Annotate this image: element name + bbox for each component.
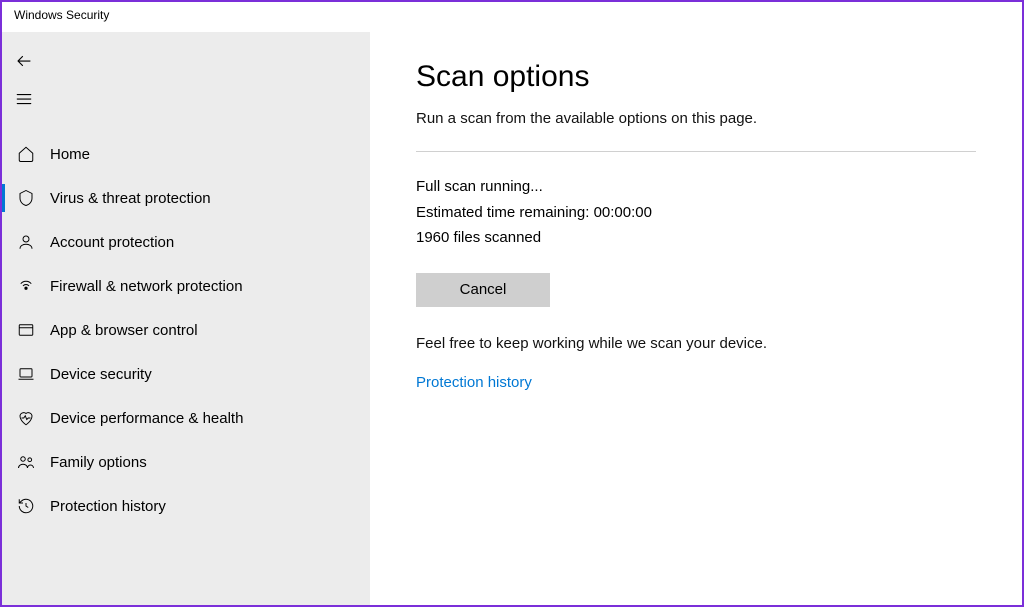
page-subtitle: Run a scan from the available options on… (416, 110, 976, 127)
sidebar-item-label: Home (50, 146, 90, 163)
shield-icon (16, 188, 36, 208)
sidebar-item-family[interactable]: Family options (2, 440, 370, 484)
sidebar-item-history[interactable]: Protection history (2, 484, 370, 528)
sidebar: Home Virus & threat protection Account p… (2, 32, 370, 605)
sidebar-item-performance[interactable]: Device performance & health (2, 396, 370, 440)
page-title: Scan options (416, 60, 976, 94)
sidebar-item-account[interactable]: Account protection (2, 220, 370, 264)
hamburger-icon (15, 90, 33, 113)
back-button[interactable] (2, 44, 46, 82)
antenna-icon (16, 276, 36, 296)
status-line-eta: Estimated time remaining: 00:00:00 (416, 200, 976, 226)
window-icon (16, 320, 36, 340)
arrow-left-icon (15, 52, 33, 75)
person-icon (16, 232, 36, 252)
divider (416, 151, 976, 152)
sidebar-item-label: Family options (50, 454, 147, 471)
status-line-files: 1960 files scanned (416, 225, 976, 251)
sidebar-item-label: App & browser control (50, 322, 198, 339)
cancel-button[interactable]: Cancel (416, 273, 550, 307)
sidebar-nav: Home Virus & threat protection Account p… (2, 132, 370, 528)
sidebar-item-app-browser[interactable]: App & browser control (2, 308, 370, 352)
sidebar-item-label: Virus & threat protection (50, 190, 211, 207)
status-line-running: Full scan running... (416, 174, 976, 200)
window-title: Windows Security (2, 2, 1022, 32)
sidebar-item-label: Firewall & network protection (50, 278, 243, 295)
scan-status: Full scan running... Estimated time rema… (416, 174, 976, 251)
main-content: Scan options Run a scan from the availab… (370, 32, 1022, 605)
protection-history-link[interactable]: Protection history (416, 374, 532, 391)
sidebar-item-device-security[interactable]: Device security (2, 352, 370, 396)
sidebar-item-label: Account protection (50, 234, 174, 251)
laptop-icon (16, 364, 36, 384)
sidebar-item-firewall[interactable]: Firewall & network protection (2, 264, 370, 308)
scan-note: Feel free to keep working while we scan … (416, 335, 976, 352)
sidebar-item-label: Device performance & health (50, 410, 243, 427)
sidebar-item-virus-threat[interactable]: Virus & threat protection (2, 176, 370, 220)
sidebar-item-label: Protection history (50, 498, 166, 515)
history-icon (16, 496, 36, 516)
sidebar-item-home[interactable]: Home (2, 132, 370, 176)
people-icon (16, 452, 36, 472)
menu-button[interactable] (2, 82, 46, 120)
sidebar-item-label: Device security (50, 366, 152, 383)
home-icon (16, 144, 36, 164)
heart-pulse-icon (16, 408, 36, 428)
